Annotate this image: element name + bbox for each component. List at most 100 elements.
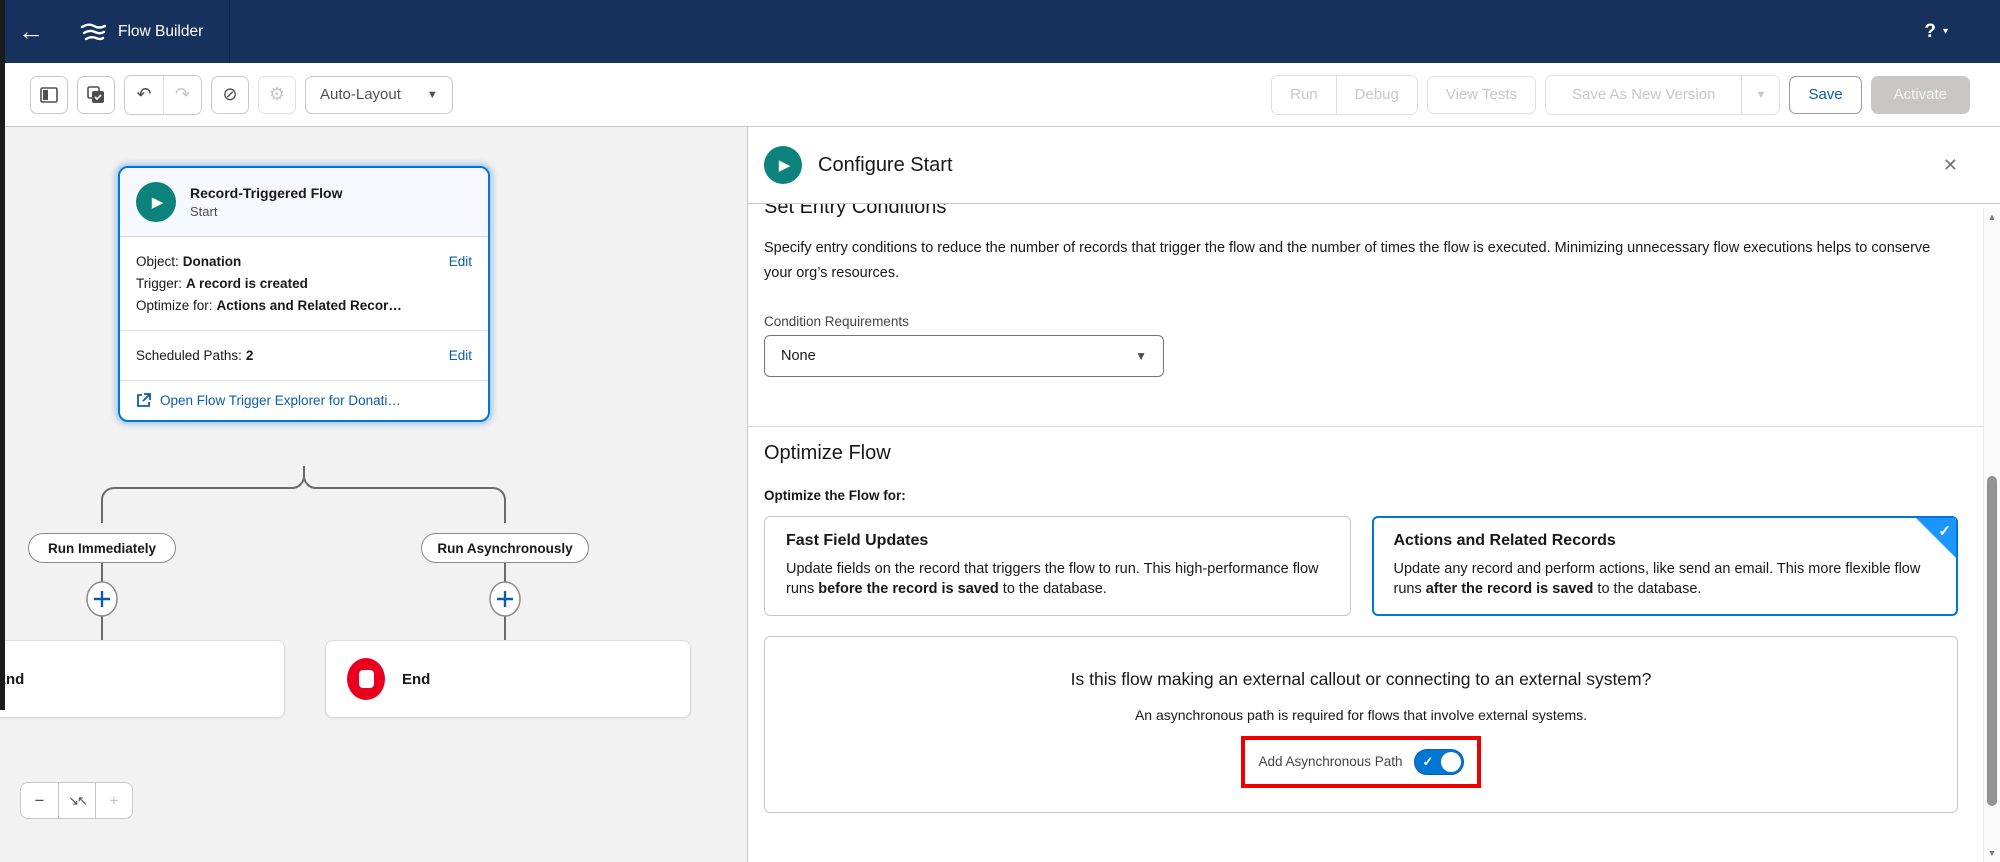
flow-canvas[interactable]: ▶ Record-Triggered Flow Start Object: Do… <box>0 127 748 862</box>
end-icon <box>347 658 385 700</box>
configure-start-panel: ▶ Configure Start ✕ Set Entry Conditions… <box>748 127 2000 862</box>
disable-element-button[interactable]: ⊘ <box>211 75 249 114</box>
start-node-header: ▶ Record-Triggered Flow Start <box>120 168 488 237</box>
undo-redo-group: ↶ ↷ <box>124 74 202 115</box>
start-node-type: Record-Triggered Flow <box>190 185 343 201</box>
add-element-node <box>86 581 118 617</box>
zoom-in-button[interactable]: + <box>95 783 132 818</box>
flow-start-icon: ▶ <box>136 182 176 222</box>
start-icon: ▶ <box>764 146 802 184</box>
back-button[interactable]: ← <box>0 0 62 63</box>
entry-conditions-heading-clipped: Set Entry Conditions <box>764 204 947 218</box>
end-node-right[interactable]: End <box>325 640 691 718</box>
plus-icon: + <box>109 790 119 810</box>
option-fast-field-updates[interactable]: Fast Field Updates Update fields on the … <box>764 515 1351 616</box>
window-edge <box>0 0 5 710</box>
condition-requirements-value: None <box>781 347 816 364</box>
scrollbar-thumb[interactable] <box>1987 476 1997 806</box>
navbar: ← Flow Builder ? ▾ <box>0 0 2000 63</box>
start-node-card[interactable]: ▶ Record-Triggered Flow Start Object: Do… <box>118 166 490 422</box>
panel-title: Configure Start <box>818 153 953 176</box>
debug-button[interactable]: Debug <box>1335 75 1417 114</box>
branch-run-asynchronously[interactable]: Run Asynchronously <box>421 533 589 563</box>
view-tests-button[interactable]: View Tests <box>1426 75 1537 114</box>
panel-toggle-icon <box>40 86 58 103</box>
save-button[interactable]: Save <box>1789 75 1862 114</box>
option-title: Actions and Related Records <box>1393 531 1616 549</box>
external-callout-question: Is this flow making an external callout … <box>1070 668 1652 689</box>
trigger-summary: Object: Donation Edit Trigger: A record … <box>120 237 488 330</box>
external-callout-box: Is this flow making an external callout … <box>764 635 1958 813</box>
trigger-value: A record is created <box>186 276 308 291</box>
end-node-left[interactable]: End <box>0 640 285 718</box>
option-description: Update any record and perform actions, l… <box>1393 560 1921 598</box>
trigger-label: Trigger: <box>136 276 183 291</box>
object-value: Donation <box>182 254 242 269</box>
chevron-down-icon: ▼ <box>426 88 438 101</box>
toggle-toolbox-button[interactable] <box>30 75 68 114</box>
auto-layout-dropdown[interactable]: Auto-Layout ▼ <box>305 75 453 114</box>
disable-icon: ⊘ <box>222 84 238 104</box>
help-icon: ? <box>1924 20 1936 42</box>
async-path-note: An asynchronous path is required for flo… <box>1134 706 1588 723</box>
chevron-down-icon: ▼ <box>1135 348 1147 363</box>
condition-requirements-select[interactable]: None ▼ <box>764 334 1164 377</box>
section-divider <box>748 425 2000 427</box>
start-node-subtitle: Start <box>190 204 218 219</box>
app-title: Flow Builder <box>118 22 204 40</box>
help-menu[interactable]: ? ▾ <box>1924 0 1948 63</box>
save-as-new-version-button[interactable]: Save As New Version <box>1546 75 1742 114</box>
panel-header: ▶ Configure Start ✕ <box>748 127 2000 204</box>
save-as-group: Save As New Version ▼ <box>1545 74 1781 115</box>
toggle-knob <box>1440 751 1461 772</box>
close-panel-button[interactable]: ✕ <box>1943 155 1958 176</box>
edit-scheduled-paths-link[interactable]: Edit <box>449 348 472 363</box>
scroll-down-icon[interactable]: ▼ <box>1984 848 2000 858</box>
app-section: Flow Builder <box>62 0 231 63</box>
add-element-node <box>489 581 521 617</box>
optimize-flow-sub-label: Optimize the Flow for: <box>764 487 906 503</box>
scheduled-paths-value: 2 <box>245 348 254 363</box>
canvas-zoom-controls: − ↘↖ + <box>20 782 133 819</box>
optimize-value: Actions and Related Recor… <box>216 298 402 313</box>
redo-icon: ↷ <box>174 84 191 104</box>
async-path-highlight: Add Asynchronous Path ✓ <box>1241 735 1481 788</box>
add-async-path-label: Add Asynchronous Path <box>1258 754 1403 770</box>
close-icon: ✕ <box>1942 154 1958 175</box>
chevron-down-icon: ▾ <box>1942 26 1948 37</box>
edit-trigger-link[interactable]: Edit <box>449 254 472 269</box>
entry-conditions-description: Specify entry conditions to reduce the n… <box>764 240 1931 282</box>
scheduled-paths-summary: Scheduled Paths: 2 Edit <box>120 330 488 380</box>
flow-trigger-explorer-link[interactable]: Open Flow Trigger Explorer for Donati… <box>120 380 488 420</box>
panel-body: Set Entry Conditions Specify entry condi… <box>748 204 2000 861</box>
check-icon: ✓ <box>1422 753 1434 769</box>
option-title: Fast Field Updates <box>786 531 929 549</box>
flow-builder-icon <box>80 22 106 42</box>
run-debug-group: Run Debug <box>1271 74 1418 115</box>
chevron-down-icon: ▼ <box>1755 88 1767 101</box>
multi-select-icon <box>87 85 104 103</box>
toolbar-actions: Run Debug View Tests Save As New Version… <box>1271 74 1970 115</box>
undo-button[interactable]: ↶ <box>125 75 163 114</box>
activate-button[interactable]: Activate <box>1870 75 1970 114</box>
minus-icon: − <box>34 790 45 810</box>
settings-button[interactable]: ⚙ <box>258 75 296 114</box>
object-label: Object: <box>136 254 179 269</box>
scroll-up-icon[interactable]: ▲ <box>1984 212 2000 222</box>
add-async-path-toggle[interactable]: ✓ <box>1413 748 1464 775</box>
option-description: Update fields on the record that trigger… <box>786 560 1319 598</box>
panel-scrollbar[interactable]: ▲ ▼ <box>1983 208 2000 862</box>
scheduled-paths-label: Scheduled Paths: <box>136 348 242 363</box>
redo-button[interactable]: ↷ <box>163 75 201 114</box>
run-button[interactable]: Run <box>1272 75 1336 114</box>
select-elements-button[interactable] <box>77 75 115 114</box>
undo-icon: ↶ <box>136 84 152 104</box>
option-actions-and-related-records[interactable]: ✓ Actions and Related Records Update any… <box>1371 515 1958 616</box>
zoom-to-fit-button[interactable]: ↘↖ <box>58 783 95 818</box>
condition-requirements-label: Condition Requirements <box>764 313 909 329</box>
save-as-dropdown-button[interactable]: ▼ <box>1741 75 1780 114</box>
zoom-out-button[interactable]: − <box>21 783 58 818</box>
auto-layout-label: Auto-Layout <box>320 86 401 103</box>
gear-icon: ⚙ <box>268 84 286 104</box>
branch-run-immediately[interactable]: Run Immediately <box>28 533 176 563</box>
